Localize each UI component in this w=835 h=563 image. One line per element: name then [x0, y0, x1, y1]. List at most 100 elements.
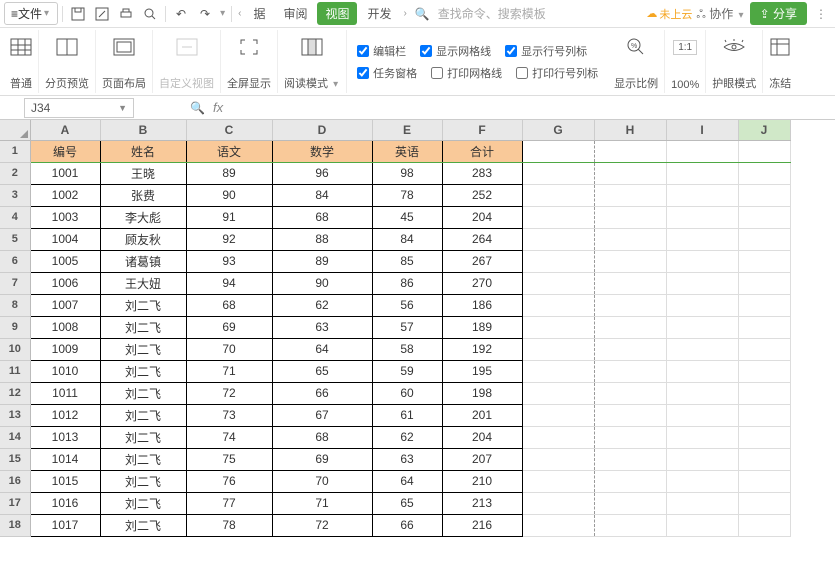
cell[interactable]: 1007: [30, 294, 100, 316]
col-head-A[interactable]: A: [30, 120, 100, 140]
cell[interactable]: 65: [272, 360, 372, 382]
cell[interactable]: 195: [442, 360, 522, 382]
cell[interactable]: [738, 272, 790, 294]
row-head[interactable]: 4: [0, 206, 30, 228]
cell[interactable]: [738, 448, 790, 470]
name-box[interactable]: J34 ▼: [24, 98, 134, 118]
cell[interactable]: 74: [186, 426, 272, 448]
cell[interactable]: [522, 448, 594, 470]
tab-dev[interactable]: 开发: [359, 2, 399, 25]
chevron-right-icon[interactable]: ›: [402, 8, 409, 19]
select-all-corner[interactable]: [0, 120, 30, 140]
table-header[interactable]: 英语: [372, 140, 442, 162]
cell[interactable]: 64: [372, 470, 442, 492]
freeze-panes[interactable]: 冻结: [763, 30, 797, 93]
cell[interactable]: 92: [186, 228, 272, 250]
cb-taskpane[interactable]: 任务窗格: [357, 65, 417, 81]
cell[interactable]: 60: [372, 382, 442, 404]
cell[interactable]: 204: [442, 206, 522, 228]
cell[interactable]: 93: [186, 250, 272, 272]
cell[interactable]: [522, 338, 594, 360]
cell[interactable]: 90: [186, 184, 272, 206]
cell[interactable]: [594, 206, 666, 228]
row-head[interactable]: 10: [0, 338, 30, 360]
cell[interactable]: [522, 382, 594, 404]
cell[interactable]: [666, 448, 738, 470]
col-head-I[interactable]: I: [666, 120, 738, 140]
cell[interactable]: [522, 272, 594, 294]
cell[interactable]: [594, 360, 666, 382]
cell[interactable]: 刘二飞: [100, 338, 186, 360]
view-page-layout[interactable]: 页面布局: [96, 30, 153, 93]
cell[interactable]: 207: [442, 448, 522, 470]
cell[interactable]: 68: [186, 294, 272, 316]
cell[interactable]: 89: [186, 162, 272, 184]
cell[interactable]: 75: [186, 448, 272, 470]
cell[interactable]: 252: [442, 184, 522, 206]
cell[interactable]: 98: [372, 162, 442, 184]
view-fullscreen[interactable]: 全屏显示: [221, 30, 278, 93]
cell[interactable]: [522, 426, 594, 448]
cell[interactable]: [666, 206, 738, 228]
cell[interactable]: [594, 250, 666, 272]
cell[interactable]: [738, 206, 790, 228]
cell[interactable]: [738, 426, 790, 448]
cell[interactable]: [666, 338, 738, 360]
cell[interactable]: 1010: [30, 360, 100, 382]
cell[interactable]: 65: [372, 492, 442, 514]
cell[interactable]: 69: [272, 448, 372, 470]
cb-editbar[interactable]: 编辑栏: [357, 43, 406, 59]
row-head[interactable]: 13: [0, 404, 30, 426]
cell[interactable]: [738, 514, 790, 536]
cell[interactable]: [738, 404, 790, 426]
cell[interactable]: 张费: [100, 184, 186, 206]
row-head[interactable]: 16: [0, 470, 30, 492]
cell[interactable]: 96: [272, 162, 372, 184]
cell[interactable]: 59: [372, 360, 442, 382]
cell[interactable]: 72: [272, 514, 372, 536]
cell[interactable]: [738, 470, 790, 492]
cell[interactable]: 91: [186, 206, 272, 228]
cell[interactable]: [594, 162, 666, 184]
cell[interactable]: 68: [272, 426, 372, 448]
col-head-E[interactable]: E: [372, 120, 442, 140]
cell[interactable]: 62: [272, 294, 372, 316]
view-reading[interactable]: 阅读模式 ▾: [278, 30, 347, 93]
cell[interactable]: 刘二飞: [100, 294, 186, 316]
cell[interactable]: [522, 294, 594, 316]
row-head[interactable]: 5: [0, 228, 30, 250]
cell[interactable]: [522, 184, 594, 206]
chevron-down-icon[interactable]: ▼: [118, 103, 127, 113]
cb-showrowcol[interactable]: 显示行号列标: [505, 43, 587, 59]
cell[interactable]: 90: [272, 272, 372, 294]
table-header[interactable]: 数学: [272, 140, 372, 162]
cb-printrowcol[interactable]: 打印行号列标: [516, 65, 598, 81]
cell[interactable]: 45: [372, 206, 442, 228]
table-header[interactable]: 编号: [30, 140, 100, 162]
cell[interactable]: 56: [372, 294, 442, 316]
file-menu[interactable]: ≡ 文件 ▾: [4, 2, 58, 25]
cell[interactable]: 62: [372, 426, 442, 448]
row-head[interactable]: 11: [0, 360, 30, 382]
cell[interactable]: [738, 492, 790, 514]
preview-icon[interactable]: [139, 3, 161, 25]
cell[interactable]: [666, 316, 738, 338]
cell[interactable]: [522, 228, 594, 250]
cell[interactable]: [666, 382, 738, 404]
cell[interactable]: 李大彪: [100, 206, 186, 228]
cell[interactable]: [666, 140, 738, 162]
cell[interactable]: [522, 250, 594, 272]
cell[interactable]: 77: [186, 492, 272, 514]
cell[interactable]: 70: [186, 338, 272, 360]
tab-data[interactable]: 据: [245, 2, 273, 25]
cell[interactable]: 刘二飞: [100, 470, 186, 492]
cell[interactable]: 刘二飞: [100, 360, 186, 382]
cell[interactable]: 1006: [30, 272, 100, 294]
cell[interactable]: 70: [272, 470, 372, 492]
cell[interactable]: [594, 184, 666, 206]
table-header[interactable]: 语文: [186, 140, 272, 162]
fx-icon[interactable]: fx: [213, 100, 223, 115]
row-head[interactable]: 17: [0, 492, 30, 514]
cell[interactable]: [594, 272, 666, 294]
cell[interactable]: 1015: [30, 470, 100, 492]
